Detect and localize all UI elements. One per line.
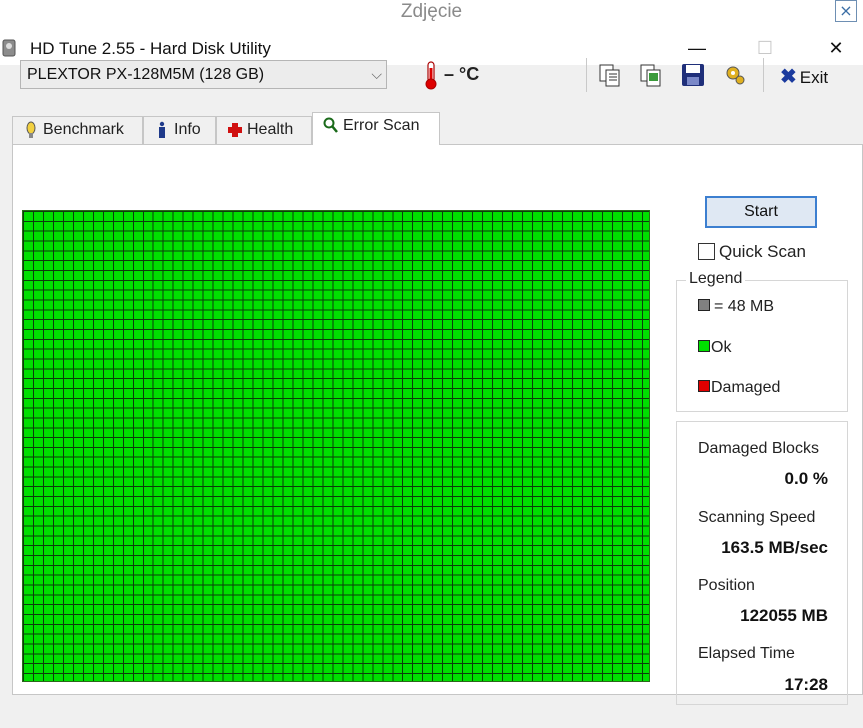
tab-label: Benchmark — [43, 121, 124, 138]
tab-health[interactable]: Health — [216, 116, 312, 144]
stopwatch-icon — [26, 121, 36, 138]
scanning-speed-label: Scanning Speed — [698, 509, 816, 526]
red-swatch-icon — [698, 380, 710, 392]
viewer-title-bar: Zdjęcie × — [0, 0, 863, 30]
viewer-title: Zdjęcie — [400, 1, 463, 22]
legend-item-ok: Ok — [698, 339, 731, 357]
scanning-speed-value: 163.5 MB/sec — [721, 538, 828, 557]
quick-scan-checkbox[interactable]: Quick Scan — [698, 242, 806, 264]
tab-info[interactable]: Info — [143, 116, 216, 144]
exit-button[interactable]: ✖ Exit — [780, 64, 828, 89]
app-icon — [2, 39, 16, 57]
elapsed-time-value: 17:28 — [784, 675, 828, 694]
thermometer-icon — [425, 61, 437, 90]
maximize-button[interactable]: ☐ — [742, 33, 788, 65]
quick-scan-label: Quick Scan — [719, 242, 806, 261]
green-swatch-icon — [698, 340, 710, 352]
copy-text-icon[interactable] — [597, 62, 623, 88]
chevron-down-icon: ⌵ — [371, 66, 382, 82]
options-gear-icon[interactable] — [722, 62, 748, 88]
position-value: 122055 MB — [740, 606, 828, 625]
close-button[interactable]: ✕ — [813, 33, 859, 65]
tab-label: Error Scan — [343, 117, 420, 134]
elapsed-time-label: Elapsed Time — [698, 645, 795, 662]
tab-error-scan[interactable]: Error Scan — [312, 112, 440, 145]
legend-title: Legend — [686, 270, 746, 288]
drive-select[interactable]: PLEXTOR PX-128M5M (128 GB) ⌵ — [20, 60, 387, 89]
damaged-blocks-label: Damaged Blocks — [698, 440, 819, 457]
legend-item-block-size: = 48 MB — [698, 298, 774, 316]
start-button[interactable]: Start — [705, 196, 817, 228]
tab-label: Health — [247, 121, 294, 138]
legend-item-damaged: Damaged — [698, 379, 780, 397]
gray-swatch-icon — [698, 299, 710, 311]
temperature-readout: – °C — [444, 64, 480, 84]
drive-select-value: PLEXTOR PX-128M5M (128 GB) — [27, 66, 265, 83]
legend-label: Damaged — [711, 379, 781, 396]
minimize-button[interactable]: — — [674, 33, 720, 65]
toolbar-separator — [763, 58, 764, 92]
legend-label: = 48 MB — [714, 298, 775, 315]
copy-screenshot-icon[interactable] — [638, 62, 664, 88]
exit-label: Exit — [799, 68, 829, 87]
save-icon[interactable] — [680, 62, 706, 88]
checkbox-box[interactable] — [698, 243, 715, 260]
toolbar-separator — [586, 58, 587, 92]
health-cross-icon — [228, 123, 242, 137]
info-icon — [159, 121, 165, 138]
tab-label: Info — [174, 121, 201, 138]
viewer-close-button[interactable]: × — [835, 0, 857, 22]
scan-block-map — [22, 210, 650, 682]
tab-benchmark[interactable]: Benchmark — [12, 116, 143, 144]
magnifier-icon — [323, 117, 338, 133]
window-title: HD Tune 2.55 - Hard Disk Utility — [30, 39, 271, 58]
exit-icon: ✖ — [780, 66, 797, 88]
legend-label: Ok — [711, 339, 732, 356]
damaged-blocks-value: 0.0 % — [784, 469, 828, 488]
position-label: Position — [698, 577, 755, 594]
